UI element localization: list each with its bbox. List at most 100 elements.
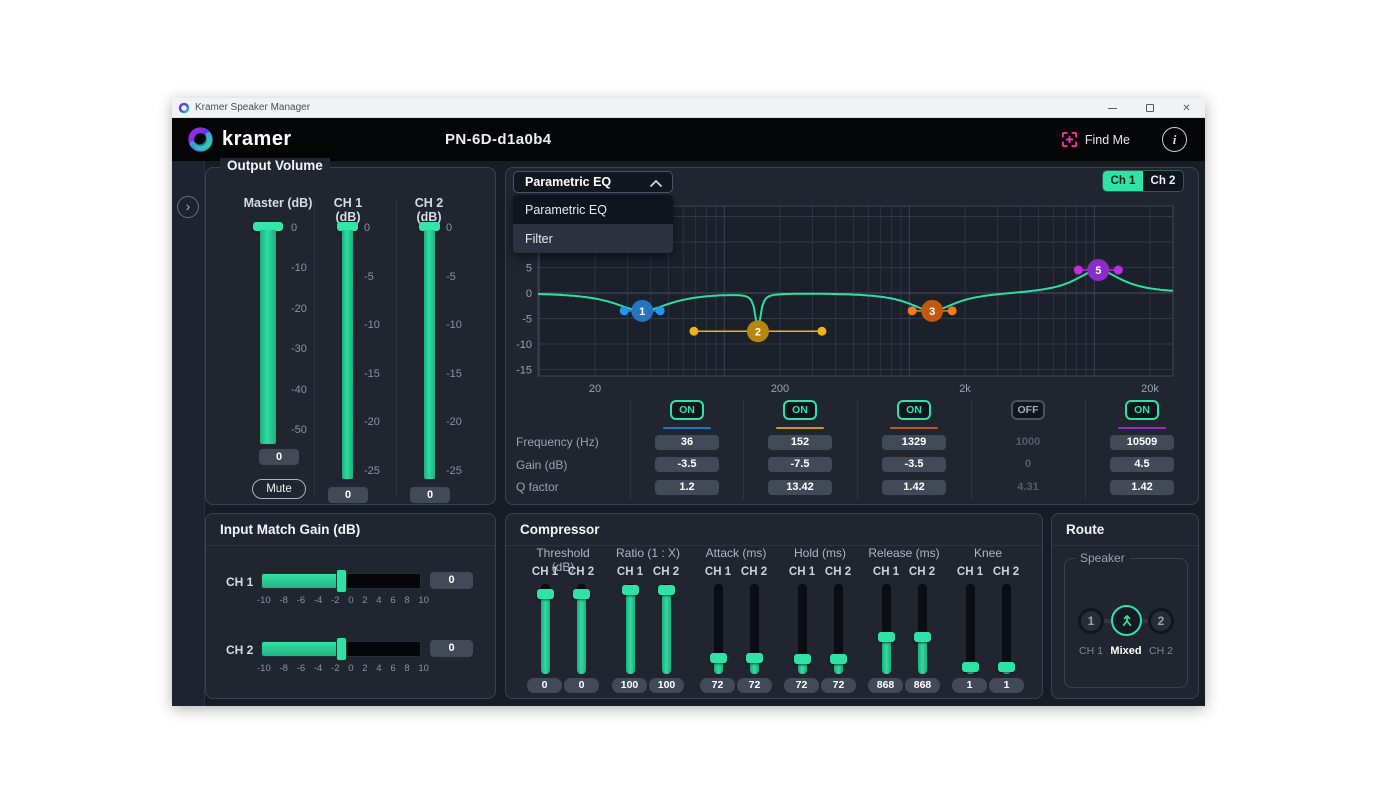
slider-handle[interactable] [794,654,811,664]
eq-band-5-power-button[interactable]: ON [1125,400,1159,420]
compressor-ch1-value[interactable]: 1 [952,678,987,693]
eq-band-1-frequency[interactable]: 36 [655,435,719,450]
eq-band-3-gain[interactable]: -3.5 [882,457,946,472]
channel-toggle-ch2[interactable]: Ch 2 [1143,171,1183,191]
img-ch2-handle[interactable] [336,637,347,661]
slider-handle[interactable] [622,585,639,595]
compressor-ch2-value[interactable]: 72 [821,678,856,693]
eq-node-3-q-handle-right[interactable] [948,306,957,315]
route-ch2-button[interactable]: 2 [1148,608,1174,634]
compressor-ch2-slider[interactable] [746,584,763,674]
eq-band-2-gain[interactable]: -7.5 [768,457,832,472]
ch1-value[interactable]: 0 [328,487,368,503]
master-fader-bar[interactable] [260,230,276,444]
eq-band-1-q[interactable]: 1.2 [655,480,719,495]
compressor-ch1-slider[interactable] [962,584,979,674]
compressor-ch2-value[interactable]: 72 [737,678,772,693]
slider-handle[interactable] [914,632,931,642]
compressor-ch2-value[interactable]: 1 [989,678,1024,693]
ch1-fader-bar[interactable] [342,230,353,479]
compressor-ch1-value[interactable]: 72 [700,678,735,693]
eq-band-1-power-button[interactable]: ON [670,400,704,420]
img-ch1-scale: -10-8 -6-4 -20 24 68 10 [257,595,429,606]
img-ch2-slider[interactable] [261,641,421,657]
compressor-ch2-slider[interactable] [830,584,847,674]
compressor-ch1-value[interactable]: 0 [527,678,562,693]
img-ch2-value[interactable]: 0 [430,640,473,657]
mute-button[interactable]: Mute [252,479,306,499]
eq-band-2-q[interactable]: 13.42 [768,480,832,495]
maximize-button[interactable] [1131,98,1168,118]
slider-handle[interactable] [830,654,847,664]
route-ch1-button[interactable]: 1 [1078,608,1104,634]
eq-band-5-gain[interactable]: 4.5 [1110,457,1174,472]
compressor-group-3: Attack (ms)CH 1CH 27272 [698,542,774,697]
slider-handle[interactable] [710,653,727,663]
eq-band-3-power-button[interactable]: ON [897,400,931,420]
compressor-ch1-slider[interactable] [878,584,895,674]
compressor-ch2-slider[interactable] [658,584,675,674]
eq-band-4-frequency[interactable]: 1000 [996,435,1060,450]
eq-band-2-power-button[interactable]: ON [783,400,817,420]
slider-handle[interactable] [573,589,590,599]
ch2-fader-bar[interactable] [424,230,435,479]
info-button[interactable]: i [1162,127,1187,152]
eq-node-1-q-handle-right[interactable] [656,306,665,315]
master-value[interactable]: 0 [259,449,299,465]
img-ch1-handle[interactable] [336,569,347,593]
eq-band-5-frequency[interactable]: 10509 [1110,435,1174,450]
eq-band-4-q[interactable]: 4.31 [996,480,1060,495]
eq-band-4-power-button[interactable]: OFF [1011,400,1045,420]
eq-node-2-q-handle-right[interactable] [817,327,826,336]
route-mixed-button[interactable] [1111,605,1142,636]
minimize-button[interactable] [1094,98,1131,118]
ch1-label: CH 1 [700,566,736,578]
eq-band-5-q[interactable]: 1.42 [1110,480,1174,495]
eq-band-1-gain[interactable]: -3.5 [655,457,719,472]
compressor-ch1-slider[interactable] [537,584,554,674]
eq-node-1-q-handle-left[interactable] [620,306,629,315]
expand-panel-button[interactable]: › [177,196,199,218]
compressor-ch2-value[interactable]: 0 [564,678,599,693]
slider-handle[interactable] [878,632,895,642]
compressor-ch2-value[interactable]: 100 [649,678,684,693]
device-name: PN-6D-d1a0b4 [445,118,552,161]
ch2-value[interactable]: 0 [410,487,450,503]
slider-handle[interactable] [658,585,675,595]
eq-band-3-color-bar [890,427,938,429]
compressor-ch1-value[interactable]: 100 [612,678,647,693]
compressor-ch1-slider[interactable] [794,584,811,674]
channel-toggle-ch1[interactable]: Ch 1 [1103,171,1143,191]
slider-handle[interactable] [998,662,1015,672]
menu-item-parametric-eq[interactable]: Parametric EQ [513,195,673,224]
compressor-ch1-value[interactable]: 72 [784,678,819,693]
compressor-ch1-slider[interactable] [710,584,727,674]
find-me-button[interactable]: Find Me [1061,118,1130,161]
compressor-group-label: Attack (ms) [698,546,774,560]
slider-handle[interactable] [537,589,554,599]
compressor-ch1-value[interactable]: 868 [868,678,903,693]
compressor-ch2-slider[interactable] [914,584,931,674]
compressor-ch1-slider[interactable] [622,584,639,674]
slider-handle[interactable] [746,653,763,663]
eq-node-3-q-handle-left[interactable] [908,306,917,315]
compressor-ch2-value[interactable]: 868 [905,678,940,693]
compressor-ch2-slider[interactable] [998,584,1015,674]
close-button[interactable]: ✕ [1168,98,1205,118]
eq-node-5-q-handle-left[interactable] [1074,266,1083,275]
compressor-ch2-slider[interactable] [573,584,590,674]
eq-node-2-q-handle-left[interactable] [689,327,698,336]
eq-band-4-gain[interactable]: 0 [996,457,1060,472]
eq-band-2-frequency[interactable]: 152 [768,435,832,450]
main-content: › Output Volume Master (dB) CH 1 (dB) CH… [172,161,1205,706]
eq-band-2-color-bar [776,427,824,429]
slider-handle[interactable] [962,662,979,672]
img-ch1-slider[interactable] [261,573,421,589]
eq-band-3-frequency[interactable]: 1329 [882,435,946,450]
compressor-group-5: Release (ms)CH 1CH 2868868 [866,542,942,697]
img-ch1-value[interactable]: 0 [430,572,473,589]
eq-band-3-q[interactable]: 1.42 [882,480,946,495]
eq-mode-dropdown[interactable]: Parametric EQ [513,171,673,193]
menu-item-filter[interactable]: Filter [513,224,673,253]
eq-node-5-q-handle-right[interactable] [1114,266,1123,275]
